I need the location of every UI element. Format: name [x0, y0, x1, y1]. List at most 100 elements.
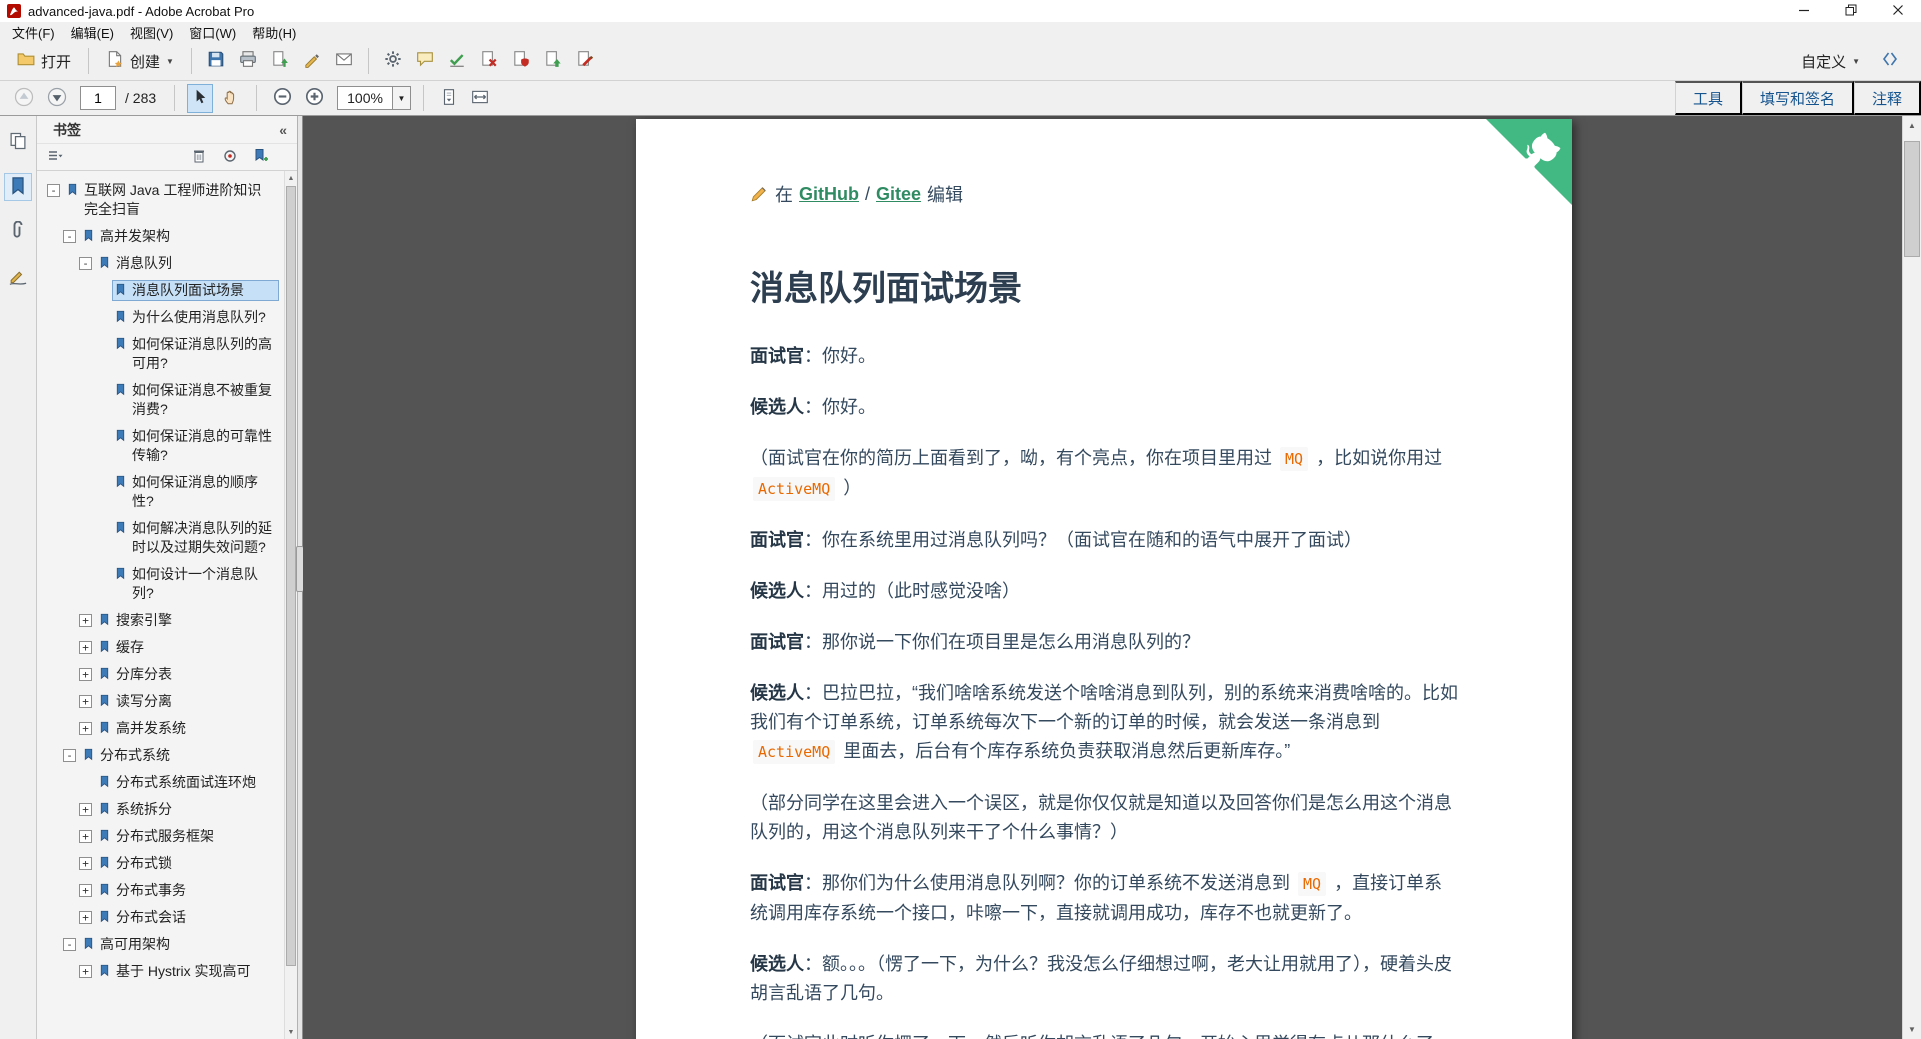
expand-toolbar-button[interactable] [1877, 47, 1903, 75]
bookmark-item[interactable]: - 分布式系统 [37, 742, 282, 769]
scroll-down-icon[interactable]: ▼ [285, 1025, 297, 1039]
bookmark-toggle-icon[interactable]: - [63, 230, 76, 243]
bookmark-item[interactable]: + 分库分表 [37, 661, 282, 688]
zoom-level-select[interactable]: 100% ▼ [337, 86, 411, 110]
bookmark-toggle-icon[interactable]: + [79, 830, 92, 843]
customize-button[interactable]: 自定义 ▼ [1794, 47, 1867, 76]
tools-tab[interactable]: 工具 [1674, 81, 1742, 115]
bookmark-item[interactable]: + 高并发系统 [37, 715, 282, 742]
scroll-up-icon[interactable]: ▲ [1903, 116, 1921, 135]
fill-sign-tab[interactable]: 填写和签名 [1741, 81, 1854, 115]
bookmark-item[interactable]: - 高可用架构 [37, 931, 282, 958]
bookmark-item[interactable]: - 互联网 Java 工程师进阶知识完全扫盲 [37, 177, 282, 223]
bookmark-item[interactable]: + 分布式事务 [37, 877, 282, 904]
bookmark-toggle-icon[interactable]: + [79, 668, 92, 681]
bookmark-item[interactable]: - 高并发架构 [37, 223, 282, 250]
document-scrollbar-thumb[interactable] [1904, 141, 1920, 257]
chevron-down-icon[interactable]: ▼ [391, 87, 410, 109]
save-button[interactable] [202, 46, 230, 76]
new-bookmark-button[interactable] [251, 146, 271, 169]
menu-file[interactable]: 文件(F) [4, 21, 63, 44]
email-button[interactable] [330, 46, 358, 76]
bookmarks-scrollbar-thumb[interactable] [286, 186, 296, 966]
acrobat-app-icon [6, 3, 22, 19]
next-page-button[interactable] [43, 83, 71, 114]
bookmark-item[interactable]: + 系统拆分 [37, 796, 282, 823]
bookmark-item[interactable]: 为什么使用消息队列? [37, 304, 282, 331]
github-link[interactable]: GitHub [799, 184, 859, 205]
bookmark-toggle-icon[interactable]: + [79, 695, 92, 708]
gitee-link[interactable]: Gitee [876, 184, 921, 205]
minimize-button[interactable] [1780, 0, 1827, 22]
hand-tool-button[interactable] [218, 84, 244, 113]
bookmark-item[interactable]: + 分布式锁 [37, 850, 282, 877]
bookmark-toggle-icon[interactable]: + [79, 965, 92, 978]
open-button[interactable]: 打开 [10, 46, 78, 76]
print-button[interactable] [234, 46, 262, 76]
bookmark-item[interactable]: + 搜索引擎 [37, 607, 282, 634]
collapse-panel-icon[interactable]: « [279, 122, 287, 138]
bookmark-options-button[interactable] [45, 146, 65, 169]
menu-window[interactable]: 窗口(W) [181, 21, 244, 44]
bookmark-item[interactable]: 如何保证消息的顺序性? [37, 469, 282, 515]
bookmark-item[interactable]: 如何保证消息不被重复消费? [37, 377, 282, 423]
bookmark-item[interactable]: 分布式系统面试连环炮 [37, 769, 282, 796]
bookmark-toggle-icon[interactable]: + [79, 641, 92, 654]
bookmark-toggle-icon[interactable]: - [47, 184, 60, 197]
doc-stamp-button[interactable] [571, 46, 599, 76]
bookmark-item[interactable]: + 缓存 [37, 634, 282, 661]
bookmark-toggle-icon[interactable]: + [79, 911, 92, 924]
share-button[interactable] [266, 46, 294, 76]
set-destination-button[interactable] [220, 146, 240, 169]
bookmark-item[interactable]: 如何解决消息队列的延时以及过期失效问题? [37, 515, 282, 561]
sidebar-bookmarks-button[interactable] [4, 173, 32, 201]
gear-button[interactable] [379, 46, 407, 76]
select-tool-button[interactable] [187, 83, 214, 113]
bookmark-item[interactable]: + 基于 Hystrix 实现高可 [37, 958, 282, 985]
zoom-in-button[interactable] [301, 83, 328, 113]
bookmark-item[interactable]: + 分布式服务框架 [37, 823, 282, 850]
doc-share-button[interactable] [539, 46, 567, 76]
bookmark-item[interactable]: - 消息队列 [37, 250, 282, 277]
menu-view[interactable]: 视图(V) [122, 21, 181, 44]
menu-edit[interactable]: 编辑(E) [63, 21, 122, 44]
menu-help[interactable]: 帮助(H) [244, 21, 304, 44]
bookmark-toggle-icon[interactable]: - [79, 257, 92, 270]
comment-tab[interactable]: 注释 [1853, 81, 1921, 115]
doc-protect-button[interactable] [507, 46, 535, 76]
close-button[interactable] [1874, 0, 1921, 22]
bookmarks-scrollbar[interactable]: ▲ ▼ [284, 171, 297, 1039]
sidebar-page-thumbnails-button[interactable] [4, 128, 32, 156]
page-number-input[interactable] [80, 86, 116, 110]
bookmark-toggle-icon[interactable]: + [79, 803, 92, 816]
comment-button[interactable] [411, 46, 439, 76]
scroll-view-button[interactable] [436, 84, 462, 113]
sidebar-attachments-button[interactable] [4, 218, 32, 246]
bookmark-item[interactable]: 如何保证消息队列的高可用? [37, 331, 282, 377]
bookmark-toggle-icon[interactable]: + [79, 614, 92, 627]
bookmark-toggle-icon[interactable]: - [63, 938, 76, 951]
github-corner-ribbon[interactable] [1486, 119, 1572, 205]
scroll-up-icon[interactable]: ▲ [285, 171, 297, 185]
fill-sign-button[interactable] [443, 46, 471, 76]
bookmark-item[interactable]: 如何设计一个消息队列? [37, 561, 282, 607]
doc-reject-button[interactable] [475, 46, 503, 76]
bookmark-toggle-icon[interactable]: - [63, 749, 76, 762]
bookmark-toggle-icon[interactable]: + [79, 884, 92, 897]
sidebar-signatures-button[interactable] [4, 263, 32, 291]
restore-button[interactable] [1827, 0, 1874, 22]
document-scrollbar[interactable]: ▲ ▼ [1902, 116, 1921, 1039]
delete-bookmark-button[interactable] [189, 146, 209, 169]
bookmark-item[interactable]: 消息队列面试场景 [37, 277, 282, 304]
sign-button[interactable] [298, 46, 326, 76]
bookmark-toggle-icon[interactable]: + [79, 722, 92, 735]
fit-width-button[interactable] [467, 84, 493, 113]
bookmark-item[interactable]: + 分布式会话 [37, 904, 282, 931]
previous-page-button[interactable] [10, 83, 38, 114]
scroll-down-icon[interactable]: ▼ [1903, 1020, 1921, 1039]
bookmark-toggle-icon[interactable]: + [79, 857, 92, 870]
bookmark-item[interactable]: + 读写分离 [37, 688, 282, 715]
bookmark-item[interactable]: 如何保证消息的可靠性传输? [37, 423, 282, 469]
zoom-out-button[interactable] [269, 83, 296, 113]
create-button[interactable]: 创建 ▼ [99, 46, 181, 76]
